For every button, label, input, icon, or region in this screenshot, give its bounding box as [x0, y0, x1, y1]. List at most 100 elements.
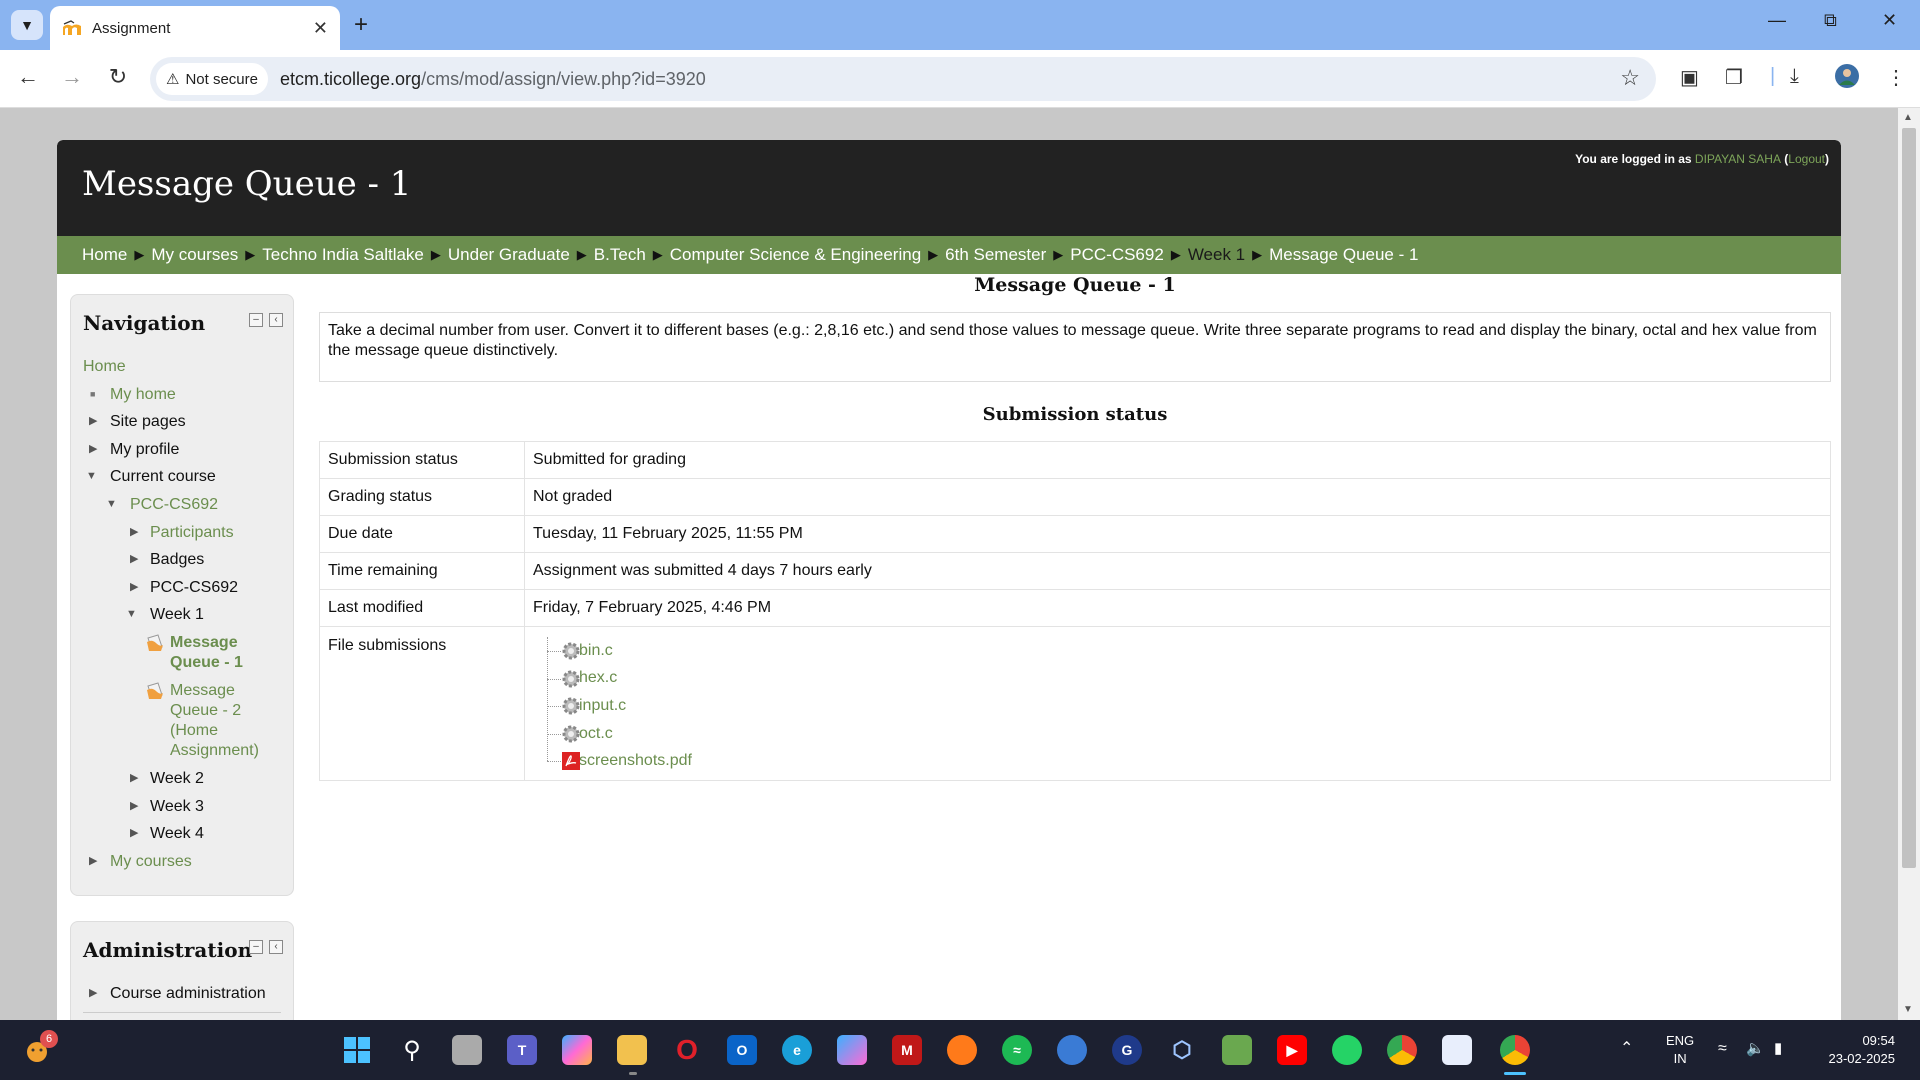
media-icon[interactable]: ▣ — [1680, 65, 1699, 90]
nav-item-week4[interactable]: ▶ Week 4 — [83, 820, 288, 848]
file-link[interactable]: hex.c — [579, 669, 617, 687]
chrome-icon[interactable] — [1387, 1035, 1417, 1065]
collapse-block-icon[interactable]: – — [249, 940, 263, 954]
reload-icon[interactable]: ↻ — [103, 64, 133, 90]
nav-item-week2[interactable]: ▶ Week 2 — [83, 765, 288, 793]
nav-item-course-administration[interactable]: ▶ Course administration — [83, 980, 288, 1008]
nav-item-current-course[interactable]: ▼ Current course — [83, 463, 288, 491]
mcafee-icon[interactable]: M — [892, 1035, 922, 1065]
address-bar[interactable]: ⚠ Not secure etcm.ticollege.org/cms/mod/… — [150, 57, 1656, 101]
search-icon[interactable]: ⚲ — [397, 1035, 427, 1065]
nav-item-week3[interactable]: ▶ Week 3 — [83, 793, 288, 821]
breadcrumb-course[interactable]: PCC-CS692 — [1070, 245, 1164, 265]
file-item[interactable]: input.c — [547, 692, 1822, 720]
virtualbox-icon[interactable]: ⬡ — [1167, 1035, 1197, 1065]
nav-item-my-courses[interactable]: ▶ My courses — [83, 848, 288, 876]
spotify-icon[interactable]: ≈ — [1002, 1035, 1032, 1065]
page-scrollbar[interactable]: ▲ ▼ — [1898, 108, 1920, 1020]
nav-item-section[interactable]: ▶ PCC-CS692 — [83, 574, 288, 602]
user-link[interactable]: DIPAYAN SAHA — [1695, 152, 1781, 166]
tab-close-icon[interactable]: ✕ — [313, 18, 328, 39]
nav-item-badges[interactable]: ▶ Badges — [83, 546, 288, 574]
app-icon[interactable] — [1222, 1035, 1252, 1065]
nav-item-mq2[interactable]: Message Queue - 2 (Home Assignment) — [83, 677, 268, 765]
outlook-icon[interactable]: O — [727, 1035, 757, 1065]
scroll-down-icon[interactable]: ▼ — [1903, 1004, 1913, 1015]
url-text[interactable]: etcm.ticollege.org/cms/mod/assign/view.p… — [280, 69, 706, 90]
copilot-icon[interactable] — [562, 1035, 592, 1065]
new-tab-icon[interactable]: + — [354, 11, 368, 39]
bookmark-star-icon[interactable]: ☆ — [1620, 65, 1640, 91]
breadcrumb-semester[interactable]: 6th Semester — [945, 245, 1046, 265]
nav-item-course[interactable]: ▼ PCC-CS692 — [83, 491, 288, 519]
edge-icon[interactable]: e — [782, 1035, 812, 1065]
extensions-icon[interactable]: ❐ — [1725, 65, 1743, 90]
volume-icon[interactable]: 🔈 — [1746, 1040, 1765, 1058]
youtube-icon[interactable]: ▶ — [1277, 1035, 1307, 1065]
store-icon[interactable] — [1442, 1035, 1472, 1065]
scroll-thumb[interactable] — [1902, 128, 1916, 868]
breadcrumb-home[interactable]: Home — [82, 245, 127, 265]
whatsapp-icon[interactable] — [1332, 1035, 1362, 1065]
profile-avatar-icon[interactable] — [1834, 63, 1860, 95]
nav-item-my-home[interactable]: ■ My home — [83, 381, 288, 409]
menu-kebab-icon[interactable]: ⋮ — [1886, 65, 1906, 90]
firefox-icon[interactable] — [947, 1035, 977, 1065]
nav-item-participants[interactable]: ▶ Participants — [83, 519, 288, 547]
language-indicator[interactable]: ENG IN — [1666, 1032, 1694, 1068]
file-explorer-icon[interactable] — [617, 1035, 647, 1065]
nav-item-home[interactable]: Home — [83, 353, 288, 381]
table-row-files: File submissions bin.c hex.c input.c oct… — [319, 626, 1831, 781]
browser-tab[interactable]: Assignment ✕ — [50, 6, 340, 50]
breadcrumb-my-courses[interactable]: My courses — [151, 245, 238, 265]
grammarly-icon[interactable]: G — [1112, 1035, 1142, 1065]
window-close-icon[interactable]: ✕ — [1882, 10, 1897, 31]
page-viewport: Message Queue - 1 You are logged in as D… — [0, 108, 1898, 1020]
nav-item-site-pages[interactable]: ▶ Site pages — [83, 408, 288, 436]
file-item[interactable]: hex.c — [547, 665, 1822, 693]
wifi-icon[interactable]: ≈ — [1718, 1040, 1727, 1058]
logout-link[interactable]: Logout — [1788, 152, 1825, 166]
dock-block-icon[interactable]: ‹ — [269, 313, 283, 327]
tab-search-chevron-icon[interactable]: ▼ — [11, 10, 43, 40]
breadcrumb-separator-icon: ▶ — [1252, 247, 1263, 262]
file-item[interactable]: bin.c — [547, 637, 1822, 665]
breadcrumb-degree[interactable]: B.Tech — [594, 245, 646, 265]
chrome-active-icon[interactable] — [1500, 1035, 1530, 1065]
minimize-icon[interactable]: — — [1768, 10, 1786, 31]
scroll-up-icon[interactable]: ▲ — [1903, 112, 1913, 123]
file-item[interactable]: oct.c — [547, 720, 1822, 748]
windows-start-icon[interactable] — [342, 1035, 372, 1065]
file-link[interactable]: bin.c — [579, 642, 613, 660]
submission-status-table: Submission status Submitted for grading G… — [319, 441, 1831, 781]
opera-icon[interactable]: O — [672, 1034, 702, 1065]
back-icon[interactable]: ← — [13, 64, 43, 90]
breadcrumb-department[interactable]: Computer Science & Engineering — [670, 245, 921, 265]
nav-item-mq1[interactable]: Message Queue - 1 — [83, 629, 263, 677]
m365-icon[interactable] — [837, 1035, 867, 1065]
collapse-block-icon[interactable]: – — [249, 313, 263, 327]
nav-item-week1[interactable]: ▼ Week 1 — [83, 601, 288, 629]
file-item[interactable]: screenshots.pdf — [547, 747, 1822, 775]
tray-chevron-icon[interactable]: ⌃ — [1620, 1040, 1633, 1058]
security-chip[interactable]: ⚠ Not secure — [156, 63, 268, 95]
file-link[interactable]: oct.c — [579, 725, 613, 743]
browser-app-icon[interactable] — [1057, 1035, 1087, 1065]
administration-tree: ▶ Course administration — [83, 980, 288, 1013]
forward-icon[interactable]: → — [57, 64, 87, 90]
restore-icon[interactable]: ⧉ — [1824, 10, 1837, 31]
file-link[interactable]: input.c — [579, 697, 626, 715]
battery-icon[interactable]: ▮ — [1774, 1040, 1782, 1058]
dock-block-icon[interactable]: ‹ — [269, 940, 283, 954]
task-view-icon[interactable] — [452, 1035, 482, 1065]
breadcrumb-week[interactable]: Week 1 — [1188, 245, 1245, 265]
divider — [83, 1011, 281, 1013]
breadcrumb-level[interactable]: Under Graduate — [448, 245, 570, 265]
breadcrumb-institute[interactable]: Techno India Saltlake — [262, 245, 424, 265]
expand-arrow-icon: ▶ — [130, 553, 139, 566]
file-link[interactable]: screenshots.pdf — [579, 752, 692, 770]
clock[interactable]: 09:54 23-02-2025 — [1815, 1032, 1896, 1068]
teams-icon[interactable]: T — [507, 1035, 537, 1065]
nav-item-my-profile[interactable]: ▶ My profile — [83, 436, 288, 464]
download-icon[interactable]: ⤓ — [1790, 65, 1799, 88]
